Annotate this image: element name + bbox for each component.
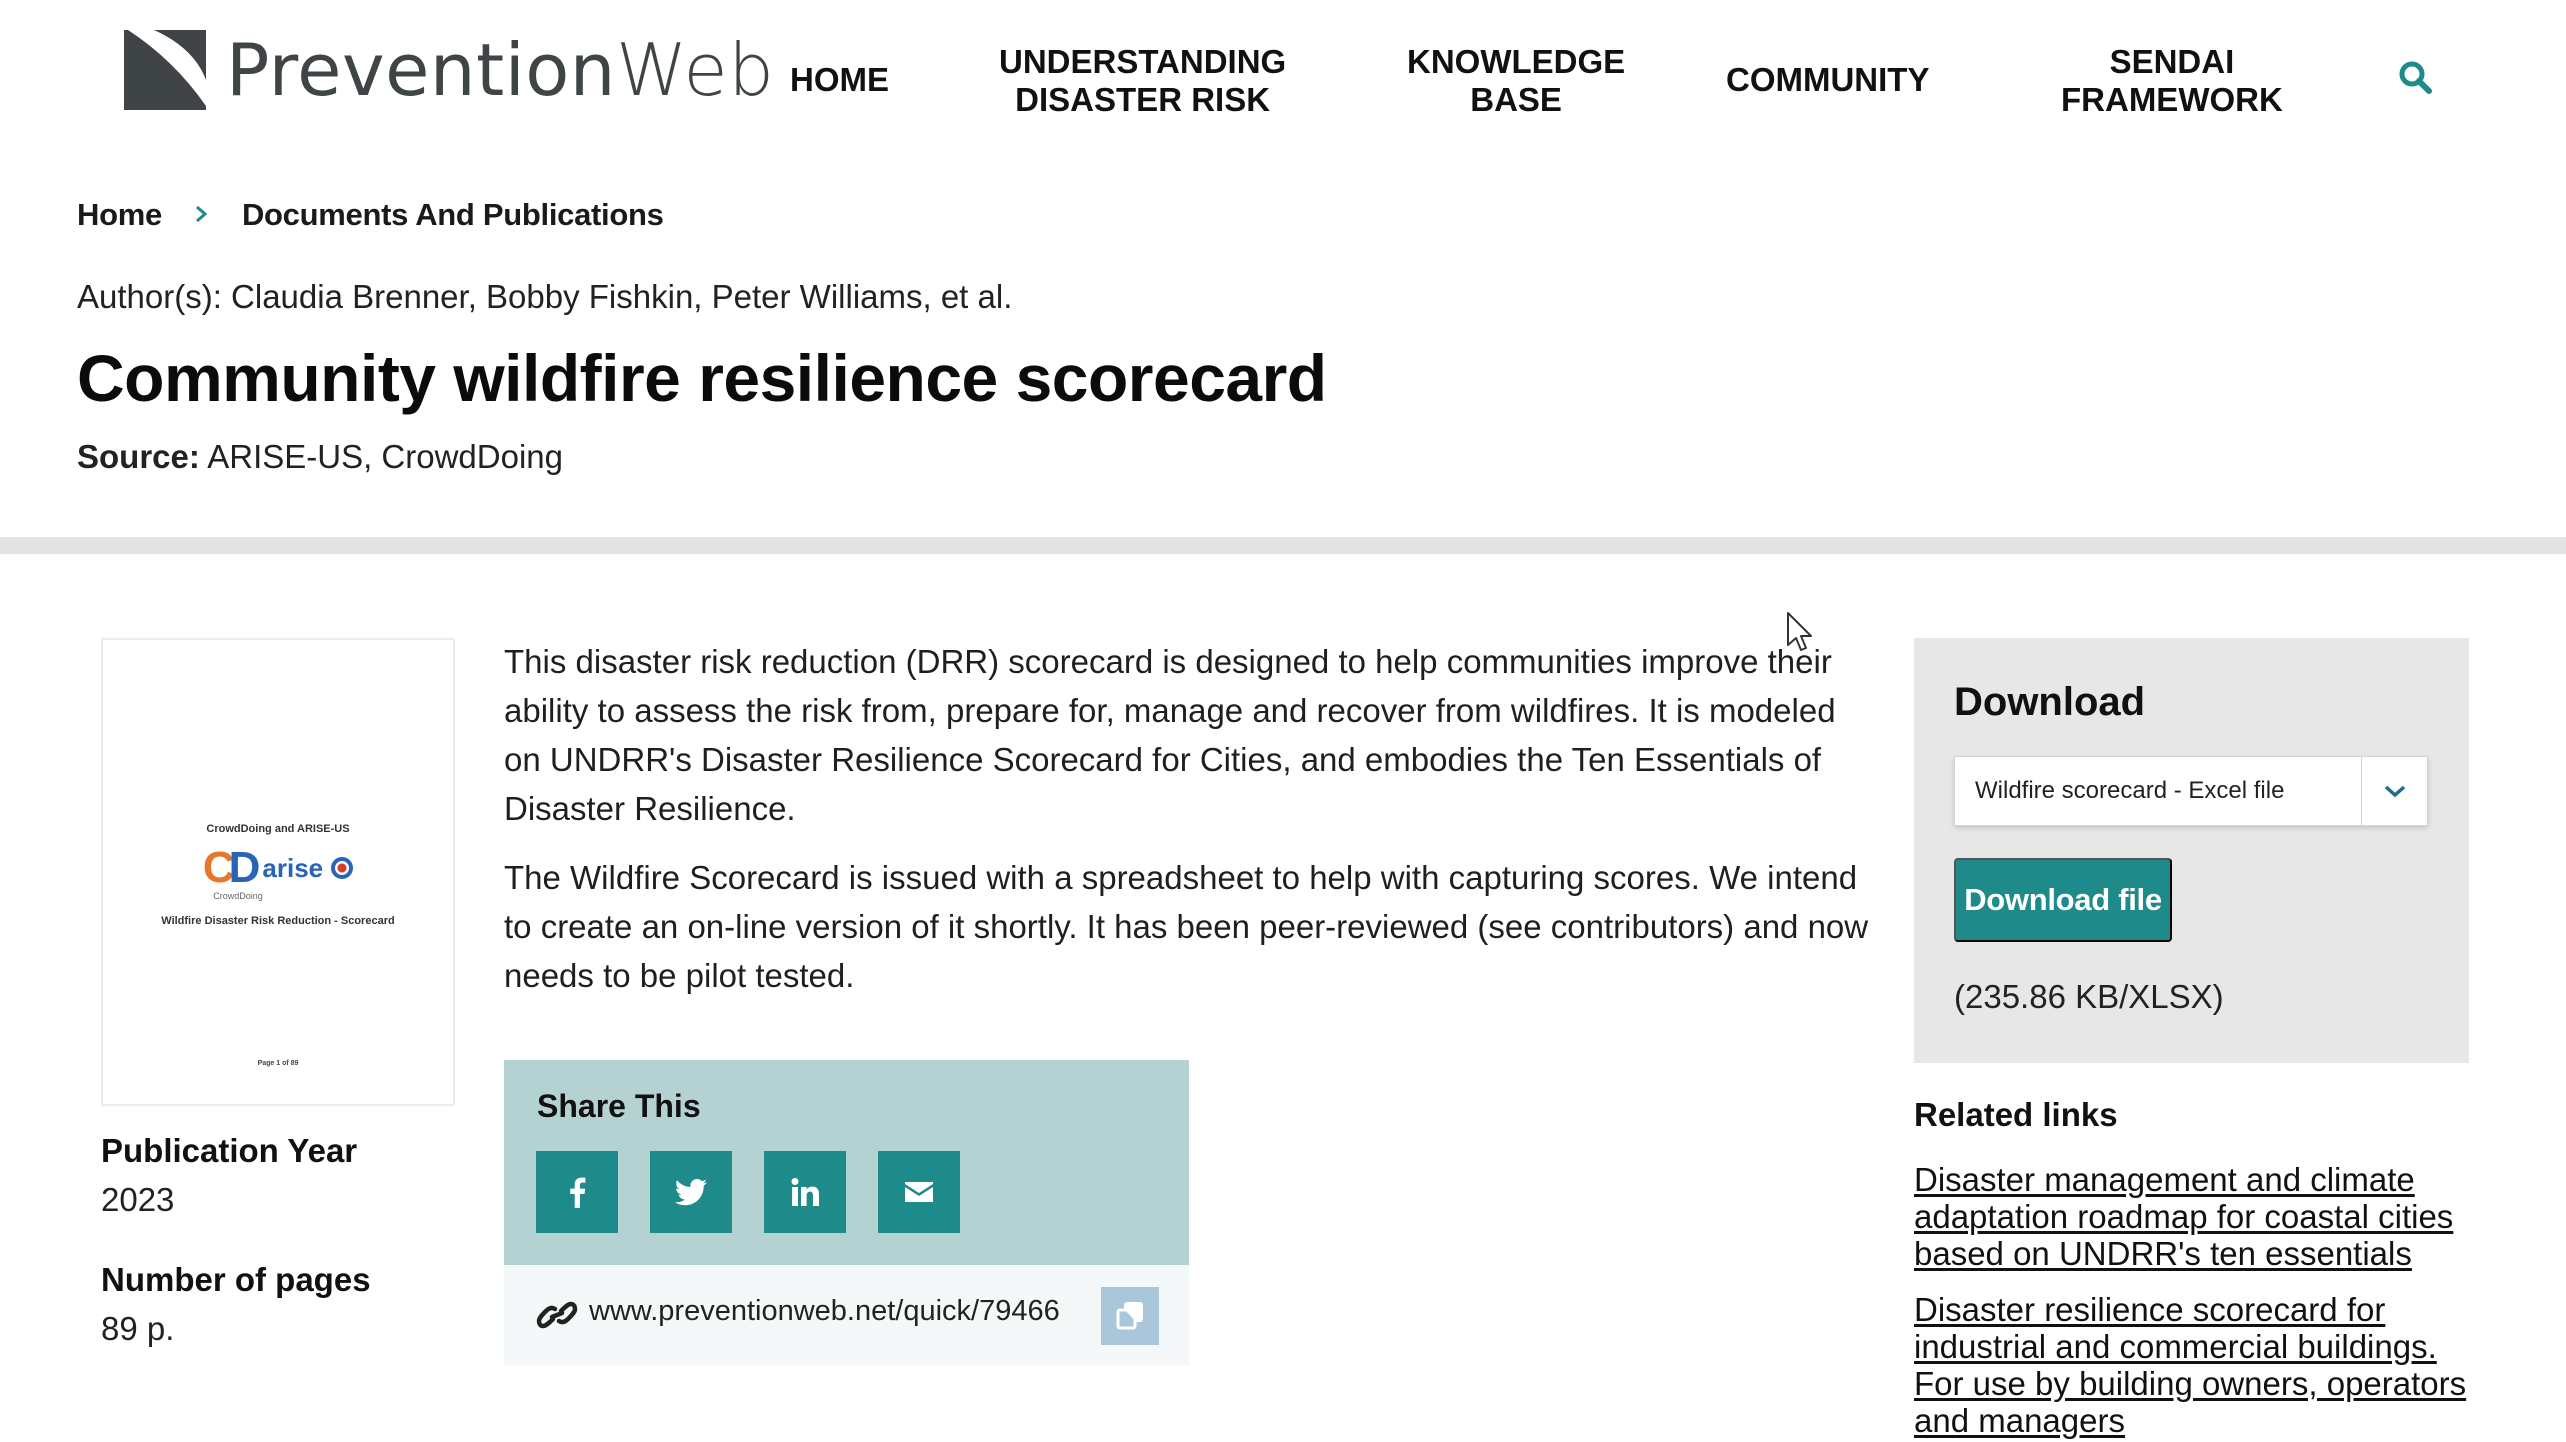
source-label: Source: bbox=[77, 438, 200, 475]
description-paragraph-2: The Wildfire Scorecard is issued with a … bbox=[504, 859, 1869, 994]
document-source: Source: ARISE-US, CrowdDoing bbox=[77, 438, 563, 476]
mouse-cursor-icon bbox=[1787, 612, 1812, 651]
chevron-down-icon[interactable] bbox=[2361, 757, 2427, 825]
nav-label-line1: SENDAI bbox=[2109, 43, 2235, 80]
nav-home[interactable]: HOME bbox=[790, 61, 889, 99]
download-title: Download bbox=[1954, 680, 2146, 724]
link-icon bbox=[536, 1301, 578, 1329]
related-link-2[interactable]: Disaster resilience scorecard for indust… bbox=[1914, 1291, 2474, 1439]
related-links-title: Related links bbox=[1914, 1096, 2118, 1133]
cover-title: Wildfire Disaster Risk Reduction - Score… bbox=[161, 915, 395, 927]
file-size-info: (235.86 KB/XLSX) bbox=[1954, 978, 2224, 1015]
logo-prefix: Prevention bbox=[226, 28, 616, 112]
logo-mark-icon bbox=[124, 30, 206, 110]
related-link-line: industrial and commercial buildings. bbox=[1914, 1328, 2437, 1365]
linkedin-icon bbox=[791, 1178, 819, 1206]
logo-text: PreventionWeb bbox=[226, 34, 774, 106]
logo-suffix: Web bbox=[615, 28, 775, 112]
nav-community[interactable]: COMMUNITY bbox=[1726, 61, 1929, 99]
file-select-dropdown[interactable]: Wildfire scorecard - Excel file bbox=[1954, 756, 2428, 826]
description-paragraph-1: This disaster risk reduction (DRR) score… bbox=[504, 643, 1836, 827]
related-link-line: and managers bbox=[1914, 1402, 2125, 1439]
cover-logo: CD arise bbox=[103, 843, 453, 892]
share-linkedin-button[interactable] bbox=[764, 1151, 846, 1233]
twitter-icon bbox=[675, 1178, 707, 1205]
nav-sendai-framework[interactable]: SENDAI FRAMEWORK bbox=[2061, 43, 2283, 119]
cover-page-number: Page 1 of 89 bbox=[257, 1060, 299, 1067]
download-panel: Download Wildfire scorecard - Excel file… bbox=[1914, 638, 2469, 1063]
cover-crowddoing-label: CrowdDoing bbox=[213, 891, 263, 901]
nav-community-label: COMMUNITY bbox=[1726, 61, 1930, 98]
breadcrumb-current[interactable]: Documents And Publications bbox=[242, 197, 664, 233]
nav-label-line2: FRAMEWORK bbox=[2061, 81, 2283, 118]
chevron-right-icon bbox=[194, 198, 208, 232]
breadcrumb: Home Documents And Publications bbox=[77, 195, 664, 235]
share-title: Share This bbox=[537, 1088, 701, 1124]
preventionweb-logo[interactable]: PreventionWeb bbox=[124, 30, 774, 110]
related-link-line: Disaster management and climate bbox=[1914, 1161, 2415, 1198]
section-divider bbox=[0, 537, 2566, 554]
publication-year-label: Publication Year bbox=[101, 1132, 358, 1169]
share-email-button[interactable] bbox=[878, 1151, 960, 1233]
cover-heading: CrowdDoing and ARISE-US bbox=[206, 823, 350, 835]
nav-label-line1: KNOWLEDGE bbox=[1407, 43, 1626, 80]
arise-globe-icon bbox=[331, 857, 354, 879]
facebook-icon bbox=[570, 1177, 586, 1208]
nav-knowledge-base[interactable]: KNOWLEDGE BASE bbox=[1407, 43, 1625, 119]
nav-label-line2: DISASTER RISK bbox=[1015, 81, 1271, 118]
related-link-line: For use by building owners, operators bbox=[1914, 1365, 2467, 1402]
nav-home-label: HOME bbox=[790, 61, 889, 98]
quick-link-url[interactable]: www.preventionweb.net/quick/79466 bbox=[589, 1295, 1060, 1328]
email-icon bbox=[905, 1182, 933, 1202]
nav-label-line2: BASE bbox=[1470, 81, 1562, 118]
crowddoing-logo: CD bbox=[202, 843, 261, 892]
search-icon[interactable] bbox=[2398, 60, 2432, 94]
publication-year-value: 2023 bbox=[101, 1181, 175, 1218]
nav-understanding-disaster-risk[interactable]: UNDERSTANDING DISASTER RISK bbox=[999, 43, 1286, 119]
related-link-line: adaptation roadmap for coastal cities bbox=[1914, 1198, 2454, 1235]
share-facebook-button[interactable] bbox=[536, 1151, 618, 1233]
number-of-pages-label: Number of pages bbox=[101, 1261, 371, 1298]
related-link-line: based on UNDRR's ten essentials bbox=[1914, 1235, 2412, 1272]
nav-label-line1: UNDERSTANDING bbox=[999, 43, 1287, 80]
download-file-button[interactable]: Download file bbox=[1954, 858, 2172, 942]
share-panel: Share This bbox=[504, 1060, 1189, 1265]
source-value: ARISE-US, CrowdDoing bbox=[199, 438, 564, 475]
document-cover-thumbnail[interactable]: CrowdDoing and ARISE-US CD arise CrowdDo… bbox=[101, 638, 455, 1106]
site-header: PreventionWeb HOME UNDERSTANDING DISASTE… bbox=[0, 0, 2566, 170]
number-of-pages-value: 89 p. bbox=[101, 1310, 175, 1347]
page-title: Community wildfire resilience scorecard bbox=[77, 341, 1327, 415]
breadcrumb-home[interactable]: Home bbox=[77, 197, 162, 233]
share-twitter-button[interactable] bbox=[650, 1151, 732, 1233]
document-authors: Author(s): Claudia Brenner, Bobby Fishki… bbox=[77, 278, 1013, 315]
related-link-1[interactable]: Disaster management and climate adaptati… bbox=[1914, 1161, 2474, 1272]
copy-icon bbox=[1116, 1302, 1143, 1330]
quick-link-bar: www.preventionweb.net/quick/79466 bbox=[504, 1265, 1189, 1365]
copy-link-button[interactable] bbox=[1101, 1287, 1159, 1345]
arise-logo: arise bbox=[262, 852, 324, 883]
related-link-line: Disaster resilience scorecard for bbox=[1914, 1291, 2386, 1328]
file-select-value: Wildfire scorecard - Excel file bbox=[1975, 777, 2285, 804]
